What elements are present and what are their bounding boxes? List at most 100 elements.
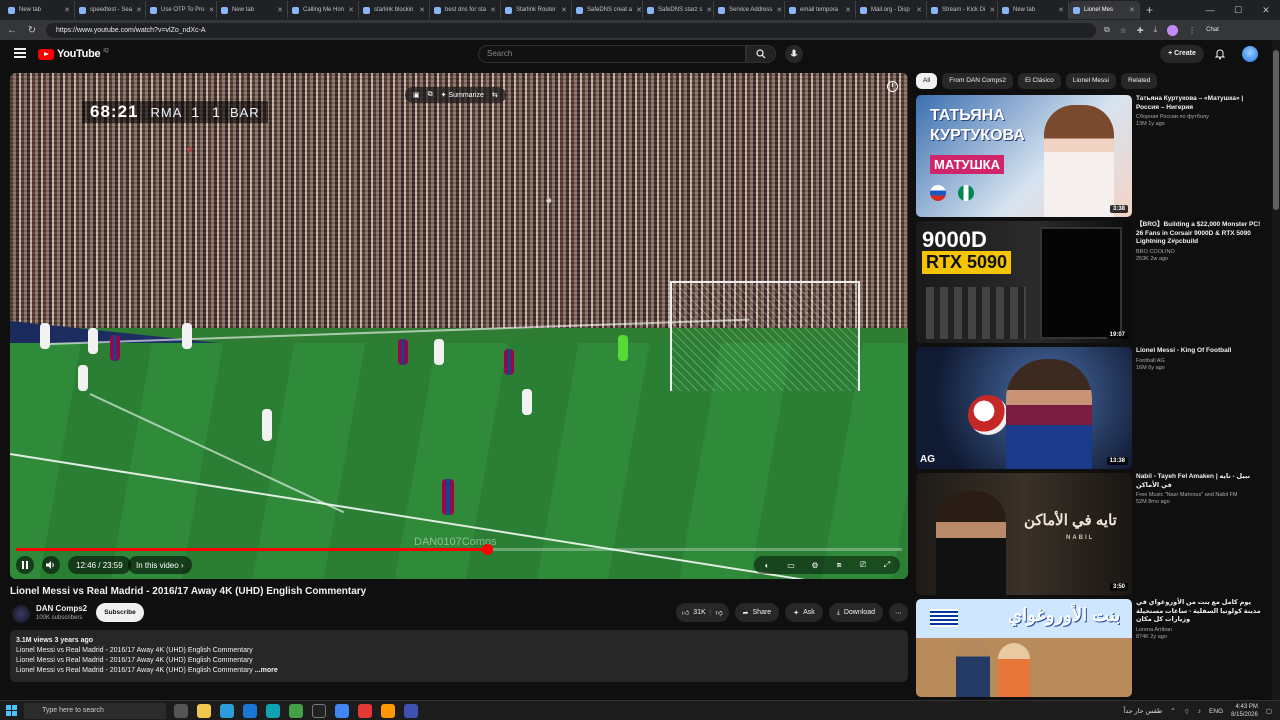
volume-button[interactable]	[42, 556, 60, 574]
speaker-icon[interactable]: ♪	[1198, 708, 1201, 715]
app-icon[interactable]	[358, 704, 372, 718]
thumbs-down-icon[interactable]: 👎︎	[716, 608, 723, 617]
scrollbar-thumb[interactable]	[1273, 50, 1279, 210]
tab-close-icon[interactable]: ✕	[845, 6, 851, 14]
summarize-button[interactable]: ✦ Summarize	[441, 91, 484, 99]
browser-tab[interactable]: SafeDNS starz s ✕	[643, 1, 714, 19]
ask-button[interactable]: ✦ Ask	[785, 603, 823, 622]
miniplayer-icon[interactable]: ⧈	[832, 560, 846, 570]
search-input[interactable]: Search	[478, 45, 746, 63]
chapters-button[interactable]: In this video ›	[128, 556, 192, 574]
recommended-video[interactable]: ТАТЬЯНА КУРТУКОВА МАТУШКА 3:38 Татьяна К…	[916, 95, 1266, 217]
notifications-icon[interactable]: ▢	[1266, 707, 1272, 715]
file-explorer-icon[interactable]	[197, 704, 211, 718]
notifications-bell-icon[interactable]	[1214, 48, 1226, 60]
fullscreen-icon[interactable]: ⤢	[880, 560, 894, 570]
info-icon[interactable]: i	[887, 81, 898, 92]
channel-avatar[interactable]	[12, 605, 30, 623]
network-icon[interactable]: ⌔	[1184, 707, 1190, 716]
edge-icon[interactable]	[266, 704, 280, 718]
new-tab-icon[interactable]: +	[1146, 3, 1153, 17]
hamburger-menu-icon[interactable]	[14, 48, 26, 58]
chrome-icon[interactable]	[335, 704, 349, 718]
puzzle-icon[interactable]: ✚	[1137, 26, 1144, 35]
weather-text[interactable]: طقس حار جداً	[1123, 707, 1162, 715]
browser-tab[interactable]: New tab ✕	[217, 1, 288, 19]
clip-icon[interactable]: ⧉	[428, 91, 433, 99]
autoplay-toggle-icon[interactable]: ◐	[760, 561, 774, 570]
captions-icon[interactable]: ▣	[413, 91, 420, 99]
description-box[interactable]: 3.1M views 3 years ago Lionel Messi vs R…	[10, 630, 908, 682]
tab-close-icon[interactable]: ✕	[208, 6, 214, 14]
windows-start-icon[interactable]	[6, 705, 17, 716]
extensions-icon[interactable]: ⧉	[1104, 25, 1110, 35]
rec-channel[interactable]: Lorena Arriban	[1136, 627, 1262, 633]
browser-tab[interactable]: New tab ✕	[998, 1, 1069, 19]
tab-close-icon[interactable]: ✕	[561, 6, 567, 14]
browser-tab[interactable]: speedtest - Sea ✕	[75, 1, 146, 19]
language-indicator[interactable]: ENG	[1209, 708, 1223, 715]
clock[interactable]: 4:43 PM 8/15/2026	[1231, 703, 1258, 719]
more-actions-button[interactable]: ⋯	[889, 603, 908, 622]
bookmark-star-icon[interactable]: ☆	[1120, 26, 1127, 35]
profile-avatar[interactable]	[1167, 24, 1179, 36]
tab-close-icon[interactable]: ✕	[989, 6, 995, 14]
rec-channel[interactable]: Football AG	[1136, 358, 1262, 364]
rec-channel[interactable]: BRO COOLINO	[1136, 249, 1262, 255]
video-thumbnail[interactable]: 9000D RTX 5090 19:07	[916, 221, 1132, 343]
subtitles-icon[interactable]: ▭	[784, 561, 798, 570]
recommended-video[interactable]: AG 13:38 Lionel Messi - King Of Football…	[916, 347, 1266, 469]
calendar-icon[interactable]	[220, 704, 234, 718]
recommended-video[interactable]: 9000D RTX 5090 19:07 【BRO】Building a $22…	[916, 221, 1266, 343]
tab-close-icon[interactable]: ✕	[1129, 6, 1135, 14]
app-icon[interactable]	[404, 704, 418, 718]
browser-tab[interactable]: New tab ✕	[4, 1, 75, 19]
video-thumbnail[interactable]: ТАТЬЯНА КУРТУКОВА МАТУШКА 3:38	[916, 95, 1132, 217]
recommended-video[interactable]: بنت الأوروغواي يوم كامل مع بنت من الأورو…	[916, 599, 1266, 697]
share-button[interactable]: ➦ Share	[734, 603, 780, 622]
kebab-menu-icon[interactable]: ⋮	[1188, 26, 1196, 35]
tab-close-icon[interactable]: ✕	[706, 6, 712, 14]
video-thumbnail[interactable]: تايه في الأماكن NABIL 3:50	[916, 473, 1132, 595]
browser-tab[interactable]: Use OTP To Pro ✕	[146, 1, 217, 19]
chip-related[interactable]: Related	[1121, 73, 1158, 89]
pause-button[interactable]	[16, 556, 34, 574]
cast-icon[interactable]: ⎚	[856, 560, 870, 570]
taskbar-search-input[interactable]: Type here to search	[24, 703, 166, 719]
browser-tab[interactable]: SafeDNS creat a ✕	[572, 1, 643, 19]
chip-all[interactable]: All	[916, 73, 938, 89]
tab-close-icon[interactable]: ✕	[64, 6, 70, 14]
url-input[interactable]: https://www.youtube.com/watch?v=vlZo_ndX…	[46, 22, 1096, 38]
app-icon[interactable]	[289, 704, 303, 718]
browser-tab[interactable]: best dns for sta ✕	[430, 1, 501, 19]
chip-el-clasico[interactable]: El Clásico	[1017, 73, 1061, 89]
video-thumbnail[interactable]: بنت الأوروغواي	[916, 599, 1132, 697]
video-thumbnail[interactable]: AG 13:38	[916, 347, 1132, 469]
page-scrollbar[interactable]	[1272, 40, 1280, 700]
tab-close-icon[interactable]: ✕	[490, 6, 496, 14]
create-button[interactable]: + Create	[1160, 45, 1204, 63]
browser-tab[interactable]: Mail.org - Disp ✕	[856, 1, 927, 19]
browser-tab[interactable]: Lionel Mes ✕	[1069, 1, 1140, 19]
subscribe-button[interactable]: Subscribe	[96, 603, 144, 622]
youtube-logo[interactable]: YouTube IQ	[38, 48, 109, 60]
maximize-icon[interactable]: ☐	[1224, 0, 1252, 20]
chip-from-channel[interactable]: From DAN Comps2	[942, 73, 1013, 89]
task-view-icon[interactable]	[174, 704, 188, 718]
tab-close-icon[interactable]: ✕	[636, 6, 642, 14]
browser-tab[interactable]: Starlink Router ✕	[501, 1, 572, 19]
tab-close-icon[interactable]: ✕	[916, 6, 922, 14]
recommended-video[interactable]: تايه في الأماكن NABIL 3:50 Nabil - Tayeh…	[916, 473, 1266, 595]
search-button[interactable]	[746, 45, 776, 63]
chip-lionel-messi[interactable]: Lionel Messi	[1065, 73, 1116, 89]
voice-search-button[interactable]	[785, 45, 803, 63]
tab-close-icon[interactable]: ✕	[348, 6, 354, 14]
browser-tab[interactable]: Service Address ✕	[714, 1, 785, 19]
minimize-icon[interactable]: —	[1196, 0, 1224, 20]
browser-tab[interactable]: email tempora ✕	[785, 1, 856, 19]
close-window-icon[interactable]: ✕	[1252, 0, 1280, 20]
vlc-icon[interactable]	[381, 704, 395, 718]
download-button[interactable]: ⤓ Download	[828, 603, 883, 622]
reload-icon[interactable]: ↻	[26, 25, 38, 36]
mail-icon[interactable]	[243, 704, 257, 718]
